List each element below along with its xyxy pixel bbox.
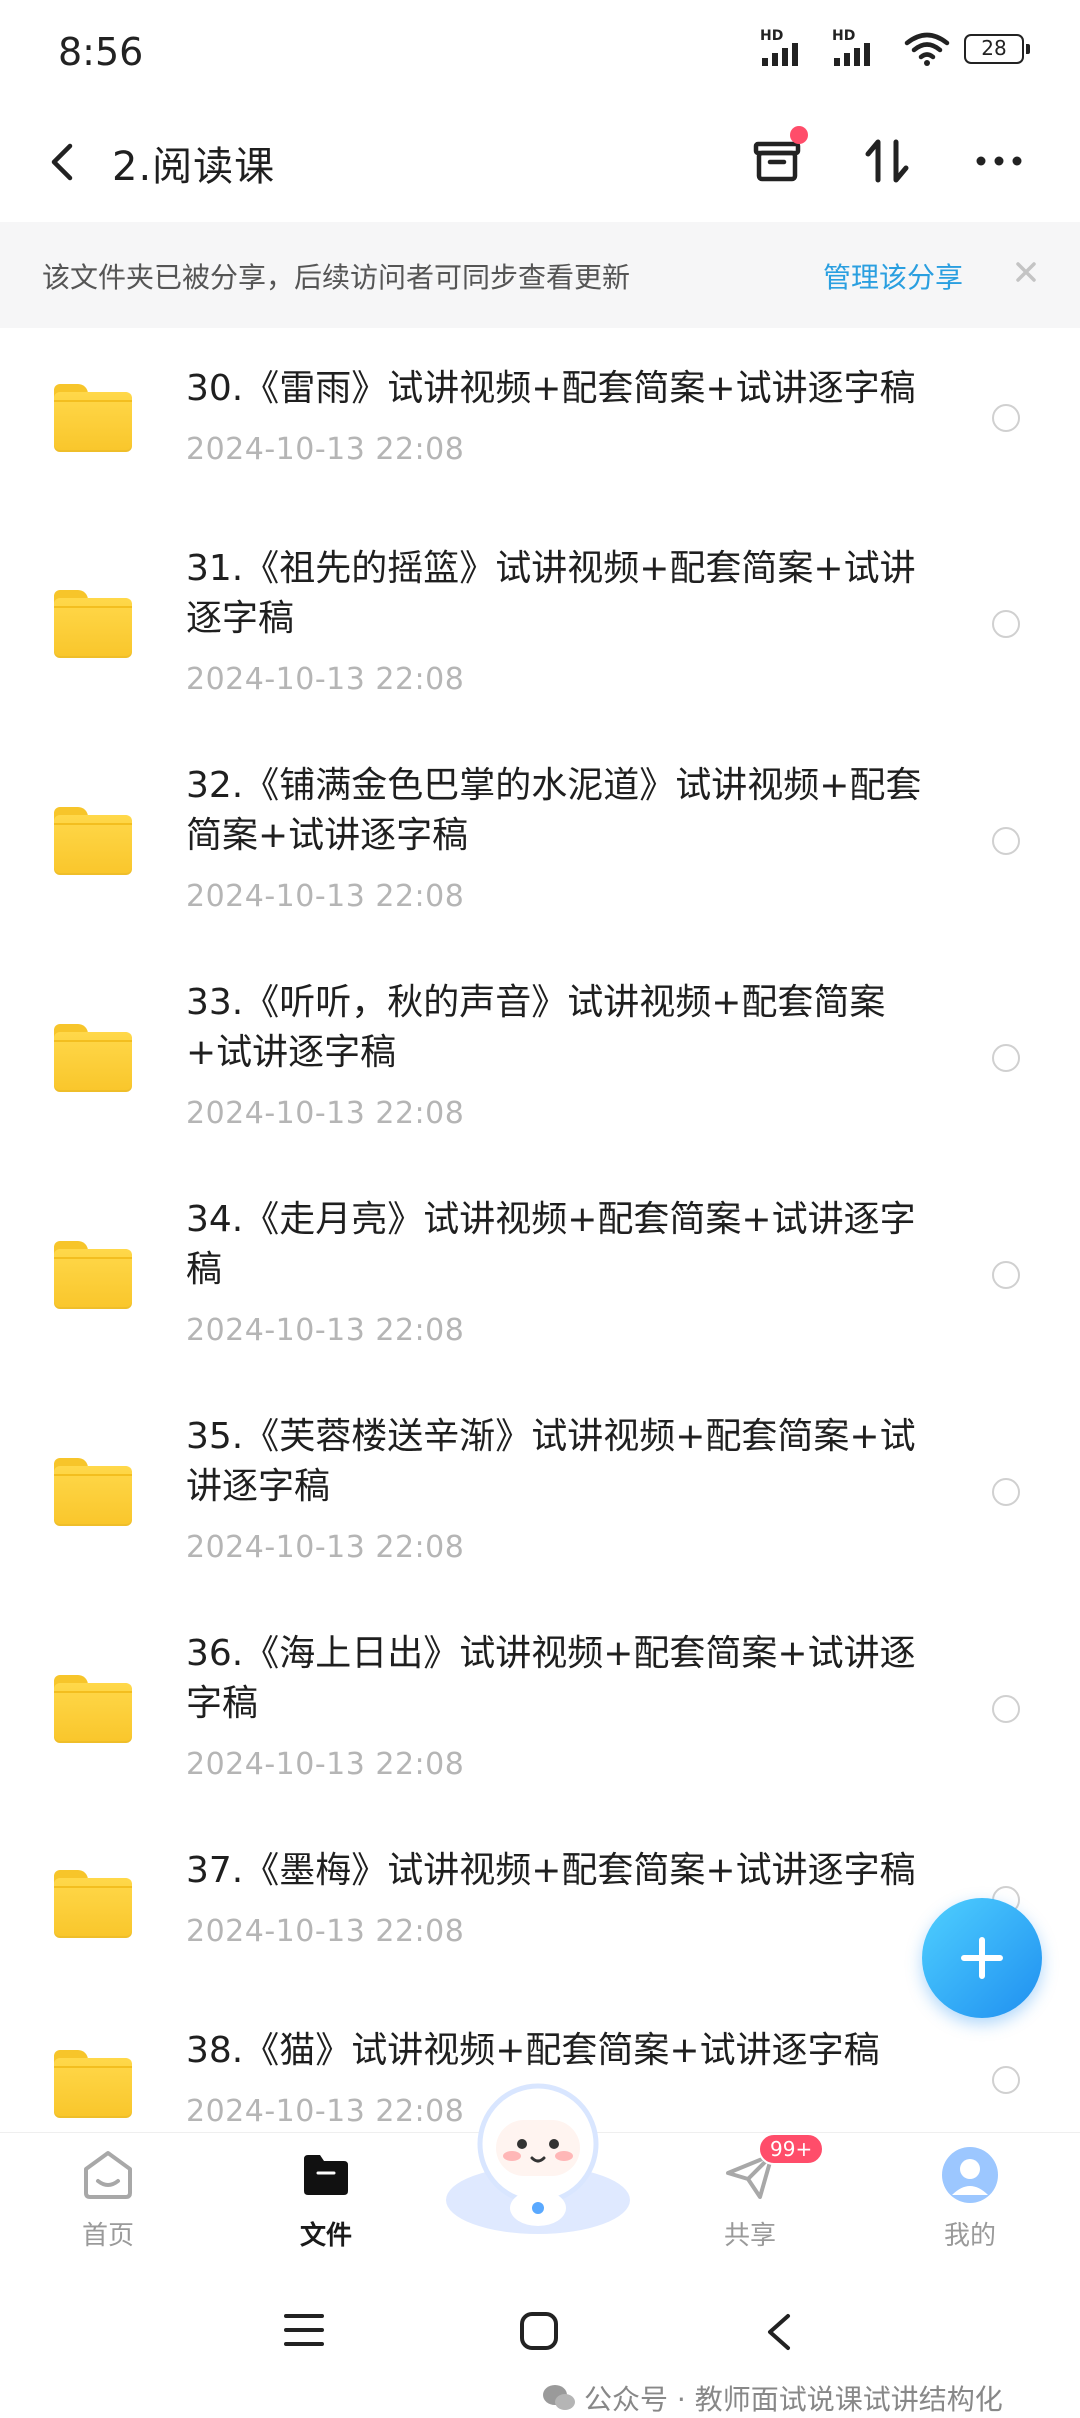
folder-icon (54, 384, 132, 452)
item-date: 2024-10-13 22:08 (186, 1530, 465, 1565)
status-bar: 8:56 HD HD 28 (0, 0, 1080, 104)
item-name: 32.《铺满金色巴掌的水泥道》试讲视频+配套简案+试讲逐字稿 (186, 765, 922, 856)
more-button[interactable] (964, 126, 1034, 196)
square-icon (520, 2312, 558, 2350)
nav-files[interactable]: 文件 (256, 2145, 396, 2265)
folder-icon (54, 2050, 132, 2118)
manage-share-link[interactable]: 管理该分享 (823, 256, 963, 296)
item-name: 38.《猫》试讲视频+配套简案+试讲逐字稿 (186, 2030, 880, 2071)
archive-button[interactable] (742, 126, 812, 196)
item-date: 2024-10-13 22:08 (186, 1096, 465, 1131)
notification-dot (790, 126, 808, 144)
select-radio[interactable] (992, 1261, 1020, 1289)
watermark: 公众号 · 教师面试说课试讲结构化 (542, 2378, 1003, 2418)
page-title: 2.阅读课 (112, 144, 276, 190)
nav-home-label: 首页 (81, 2221, 134, 2251)
nav-share-label: 共享 (723, 2221, 776, 2251)
menu-button[interactable] (282, 2310, 326, 2354)
select-radio[interactable] (992, 1695, 1020, 1723)
folder-icon (296, 2145, 356, 2205)
folder-icon (54, 1675, 132, 1743)
profile-icon (940, 2145, 1000, 2205)
folder-icon (54, 1241, 132, 1309)
home-icon (78, 2145, 138, 2205)
assistant-mascot[interactable] (438, 2080, 638, 2240)
plus-icon (961, 1937, 1003, 1979)
hamburger-icon (284, 2314, 324, 2346)
chevron-left-icon (768, 2314, 790, 2350)
item-name: 37.《墨梅》试讲视频+配套简案+试讲逐字稿 (186, 1850, 916, 1891)
title-bar: 2.阅读课 (0, 104, 1080, 220)
sort-button[interactable] (852, 126, 922, 196)
item-name: 35.《芙蓉楼送辛渐》试讲视频+配套简案+试讲逐字稿 (186, 1416, 916, 1507)
item-name: 30.《雷雨》试讲视频+配套简案+试讲逐字稿 (186, 368, 916, 409)
nav-home[interactable]: 首页 (38, 2145, 178, 2265)
battery-icon: 28 (964, 34, 1030, 64)
signal-icon: HD (760, 28, 818, 70)
select-radio[interactable] (992, 2066, 1020, 2094)
signal-icon: HD (832, 28, 890, 70)
select-radio[interactable] (992, 1478, 1020, 1506)
item-name: 36.《海上日出》试讲视频+配套简案+试讲逐字稿 (186, 1633, 916, 1724)
select-radio[interactable] (992, 404, 1020, 432)
folder-icon (54, 590, 132, 658)
item-date: 2024-10-13 22:08 (186, 1914, 465, 1949)
select-radio[interactable] (992, 1044, 1020, 1072)
close-icon (1016, 262, 1036, 282)
item-date: 2024-10-13 22:08 (186, 2094, 465, 2129)
nav-share[interactable]: 99+ 共享 (680, 2133, 825, 2265)
item-name: 33.《听听，秋的声音》试讲视频+配套简案+试讲逐字稿 (186, 982, 886, 1073)
wechat-icon (543, 2385, 575, 2410)
select-radio[interactable] (992, 827, 1020, 855)
item-name: 31.《祖先的摇篮》试讲视频+配套简案+试讲逐字稿 (186, 548, 916, 639)
item-date: 2024-10-13 22:08 (186, 1747, 465, 1782)
item-date: 2024-10-13 22:08 (186, 1313, 465, 1348)
sort-icon (865, 139, 909, 183)
share-badge: 99+ (758, 2133, 825, 2165)
wifi-icon (904, 31, 950, 67)
nav-profile-label: 我的 (943, 2221, 996, 2251)
back-button[interactable] (42, 132, 82, 192)
folder-icon (54, 1870, 132, 1938)
nav-profile[interactable]: 我的 (900, 2145, 1040, 2265)
share-banner-text: 该文件夹已被分享，后续访问者可同步查看更新 (42, 261, 631, 294)
folder-icon (54, 807, 132, 875)
banner-close-button[interactable] (1006, 252, 1046, 292)
home-system-button[interactable] (518, 2310, 562, 2358)
chevron-left-icon (51, 143, 73, 181)
item-date: 2024-10-13 22:08 (186, 662, 465, 697)
more-icon (976, 156, 1022, 166)
item-name: 34.《走月亮》试讲视频+配套简案+试讲逐字稿 (186, 1199, 916, 1290)
share-banner: 该文件夹已被分享，后续访问者可同步查看更新 管理该分享 (0, 222, 1080, 328)
add-button[interactable] (922, 1898, 1042, 2018)
item-date: 2024-10-13 22:08 (186, 879, 465, 914)
status-icons: HD HD 28 (760, 28, 1030, 70)
send-icon: 99+ (720, 2133, 825, 2205)
status-time: 8:56 (58, 30, 144, 74)
folder-icon (54, 1024, 132, 1092)
folder-icon (54, 1458, 132, 1526)
select-radio[interactable] (992, 610, 1020, 638)
mascot-icon (446, 2083, 630, 2234)
item-date: 2024-10-13 22:08 (186, 432, 465, 467)
watermark-text: 公众号 · 教师面试说课试讲结构化 (584, 2383, 1003, 2416)
nav-files-label: 文件 (299, 2221, 352, 2251)
back-system-button[interactable] (760, 2310, 796, 2358)
